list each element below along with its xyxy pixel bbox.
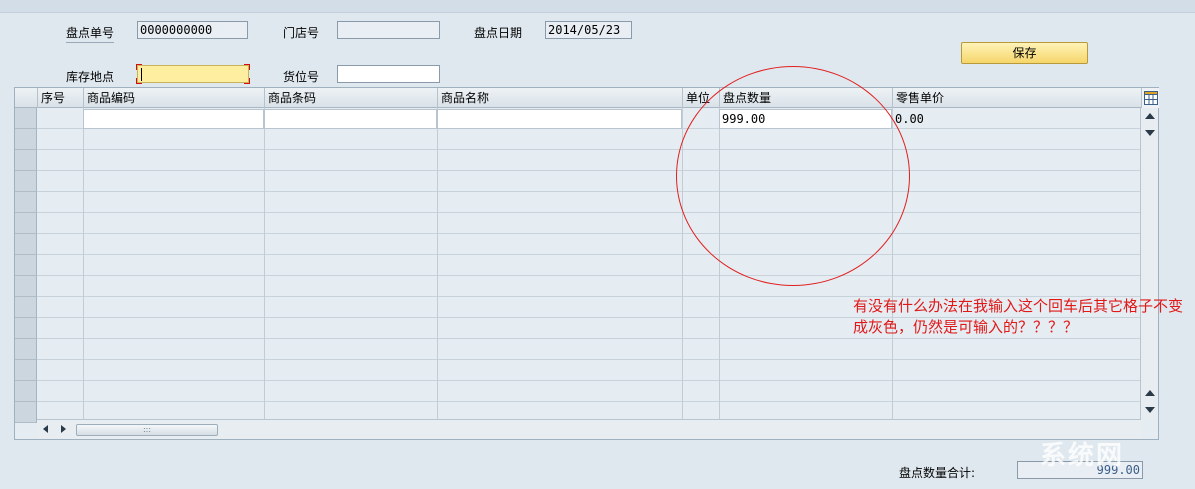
table-row bbox=[37, 381, 1141, 402]
scroll-up-icon[interactable] bbox=[1145, 390, 1155, 396]
cell-retail-price: 0.00 bbox=[895, 112, 924, 126]
row-selector[interactable] bbox=[15, 234, 37, 255]
row-selector[interactable] bbox=[15, 339, 37, 360]
col-header-barcode[interactable]: 商品条码 bbox=[264, 88, 437, 108]
vertical-scrollbar[interactable] bbox=[1140, 108, 1158, 419]
title-bar bbox=[0, 0, 1195, 13]
scroll-down-icon[interactable] bbox=[1145, 407, 1155, 413]
table-row bbox=[37, 360, 1141, 381]
column-divider bbox=[83, 108, 84, 419]
table-row bbox=[37, 171, 1141, 192]
row-selector[interactable] bbox=[15, 150, 37, 171]
col-header-product-name[interactable]: 商品名称 bbox=[437, 88, 682, 108]
watermark-logo: 系统网 bbox=[1040, 441, 1125, 471]
table-row bbox=[37, 213, 1141, 234]
location-label: 库存地点 bbox=[66, 70, 115, 84]
table-row bbox=[37, 150, 1141, 171]
col-header-retail-price[interactable]: 零售单价 bbox=[892, 88, 1141, 108]
row-selector[interactable] bbox=[15, 171, 37, 192]
table-row bbox=[37, 192, 1141, 213]
table-row bbox=[37, 129, 1141, 150]
row-selector[interactable] bbox=[15, 318, 37, 339]
col-header-product-code[interactable]: 商品编码 bbox=[83, 88, 264, 108]
scroll-thumb[interactable]: ::: bbox=[76, 424, 218, 436]
annotation-circle bbox=[676, 66, 910, 286]
location-field[interactable] bbox=[136, 64, 250, 84]
required-marker-icon bbox=[244, 64, 250, 70]
table-row bbox=[37, 255, 1141, 276]
doc-no-field[interactable]: 0000000000 bbox=[137, 21, 248, 39]
total-label: 盘点数量合计: bbox=[899, 466, 976, 480]
date-field[interactable]: 2014/05/23 bbox=[545, 21, 632, 39]
bin-field[interactable] bbox=[337, 65, 440, 83]
required-marker-icon bbox=[136, 78, 142, 84]
bin-label: 货位号 bbox=[283, 70, 320, 84]
store-label: 门店号 bbox=[283, 26, 320, 40]
row-selector[interactable] bbox=[15, 297, 37, 318]
scroll-down-icon[interactable] bbox=[1145, 130, 1155, 136]
store-field[interactable] bbox=[337, 21, 440, 39]
row-selector[interactable] bbox=[15, 192, 37, 213]
table-header: 序号 商品编码 商品条码 商品名称 单位 盘点数量 零售单价 bbox=[15, 88, 1141, 108]
date-label: 盘点日期 bbox=[474, 26, 523, 40]
save-button[interactable]: 保存 bbox=[961, 42, 1088, 64]
row-selector[interactable] bbox=[15, 213, 37, 234]
column-divider bbox=[437, 108, 438, 419]
cell-barcode[interactable] bbox=[264, 109, 437, 129]
row-selector[interactable] bbox=[15, 255, 37, 276]
required-marker-icon bbox=[244, 78, 250, 84]
column-divider bbox=[264, 108, 265, 419]
cell-product-code[interactable] bbox=[83, 109, 264, 129]
row-selector[interactable] bbox=[15, 360, 37, 381]
col-header-seq[interactable]: 序号 bbox=[37, 88, 83, 108]
table-row bbox=[37, 276, 1141, 297]
row-selector[interactable] bbox=[15, 108, 37, 129]
cell-product-name[interactable] bbox=[437, 109, 682, 129]
table-row bbox=[37, 234, 1141, 255]
row-selector[interactable] bbox=[15, 402, 37, 423]
horizontal-scrollbar[interactable]: ::: bbox=[37, 419, 1141, 439]
row-selector[interactable] bbox=[15, 381, 37, 402]
table-settings-icon bbox=[1144, 91, 1158, 105]
scroll-right-icon[interactable] bbox=[61, 425, 66, 433]
annotation-text: 有没有什么办法在我输入这个回车后其它格子不变成灰色，仍然是可输入的？？？？ bbox=[853, 297, 1184, 336]
row-selector[interactable] bbox=[15, 276, 37, 297]
required-marker-icon bbox=[136, 64, 142, 70]
items-table: 序号 商品编码 商品条码 商品名称 单位 盘点数量 零售单价 999.00 0.… bbox=[14, 87, 1159, 440]
doc-no-label: 盘点单号 bbox=[66, 24, 115, 43]
table-row bbox=[37, 339, 1141, 360]
scroll-up-icon[interactable] bbox=[1145, 113, 1155, 119]
scroll-left-icon[interactable] bbox=[43, 425, 48, 433]
table-settings-button[interactable] bbox=[1141, 88, 1159, 108]
row-selector[interactable] bbox=[15, 129, 37, 150]
